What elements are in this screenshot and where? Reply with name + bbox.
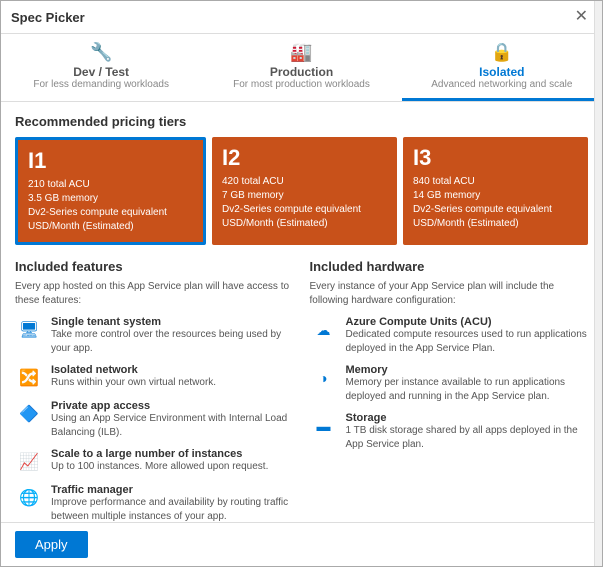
title-bar: Spec Picker ✕ <box>1 1 602 34</box>
feature-text-1: Isolated network Runs within your own vi… <box>51 364 216 390</box>
hardware-column: Included hardware Every instance of your… <box>310 259 589 522</box>
feature-icon-3: 📈 <box>15 448 43 476</box>
tabs-row: 🔧 Dev / Test For less demanding workload… <box>1 34 602 102</box>
hw-text-1: Memory Memory per instance available to … <box>346 364 589 404</box>
feature-title-0: Single tenant system <box>51 316 294 328</box>
scrollbar[interactable] <box>594 1 602 566</box>
dialog-body: Recommended pricing tiers I1 210 total A… <box>1 102 602 522</box>
hw-title-0: Azure Compute Units (ACU) <box>346 316 589 328</box>
hw-desc-0: Dedicated compute resources used to run … <box>346 328 589 356</box>
tier-info-i2: 420 total ACU7 GB memoryDv2-Series compu… <box>222 175 387 231</box>
feature-desc-4: Improve performance and availability by … <box>51 496 294 522</box>
hw-icon-2: ▬ <box>310 412 338 440</box>
feature-title-3: Scale to a large number of instances <box>51 448 268 460</box>
feature-title-1: Isolated network <box>51 364 216 376</box>
tab-icon-production: 🏭 <box>211 42 391 63</box>
hardware-item-2: ▬ Storage 1 TB disk storage shared by al… <box>310 412 589 452</box>
tab-icon-isolated: 🔒 <box>412 42 592 63</box>
hardware-item-1: ◑ Memory Memory per instance available t… <box>310 364 589 404</box>
feature-item-3: 📈 Scale to a large number of instances U… <box>15 448 294 476</box>
hw-icon-1: ◑ <box>310 364 338 392</box>
tier-id-i1: I1 <box>28 148 193 174</box>
tab-icon-dev-test: 🔧 <box>11 42 191 63</box>
pricing-section-title: Recommended pricing tiers <box>15 114 588 129</box>
hw-text-0: Azure Compute Units (ACU) Dedicated comp… <box>346 316 589 356</box>
feature-text-0: Single tenant system Take more control o… <box>51 316 294 356</box>
feature-text-2: Private app access Using an App Service … <box>51 400 294 440</box>
tab-title-production: Production <box>211 65 391 79</box>
hardware-subtitle: Every instance of your App Service plan … <box>310 280 589 308</box>
tier-card-i2[interactable]: I2 420 total ACU7 GB memoryDv2-Series co… <box>212 137 397 245</box>
tier-info-i3: 840 total ACU14 GB memoryDv2-Series comp… <box>413 175 578 231</box>
feature-icon-1: 🔀 <box>15 364 43 392</box>
tab-subtitle-production: For most production workloads <box>211 79 391 90</box>
tier-id-i3: I3 <box>413 145 578 171</box>
dialog-title: Spec Picker <box>11 10 85 25</box>
feature-icon-0: 🖥 <box>15 316 43 344</box>
hw-desc-2: 1 TB disk storage shared by all apps dep… <box>346 424 589 452</box>
feature-item-2: 🔷 Private app access Using an App Servic… <box>15 400 294 440</box>
tab-dev-test[interactable]: 🔧 Dev / Test For less demanding workload… <box>1 34 201 101</box>
tab-production[interactable]: 🏭 Production For most production workloa… <box>201 34 401 101</box>
tab-isolated[interactable]: 🔒 Isolated Advanced networking and scale <box>402 34 602 101</box>
hw-icon-0: ☁ <box>310 316 338 344</box>
tab-subtitle-isolated: Advanced networking and scale <box>412 79 592 90</box>
feature-desc-2: Using an App Service Environment with In… <box>51 412 294 440</box>
feature-desc-1: Runs within your own virtual network. <box>51 376 216 390</box>
tier-info-i1: 210 total ACU3.5 GB memoryDv2-Series com… <box>28 178 193 234</box>
apply-button[interactable]: Apply <box>15 531 88 558</box>
feature-desc-0: Take more control over the resources bei… <box>51 328 294 356</box>
features-subtitle: Every app hosted on this App Service pla… <box>15 280 294 308</box>
feature-text-3: Scale to a large number of instances Up … <box>51 448 268 474</box>
hw-title-2: Storage <box>346 412 589 424</box>
hardware-item-0: ☁ Azure Compute Units (ACU) Dedicated co… <box>310 316 589 356</box>
feature-item-4: 🌐 Traffic manager Improve performance an… <box>15 484 294 522</box>
tab-title-dev-test: Dev / Test <box>11 65 191 79</box>
feature-icon-2: 🔷 <box>15 400 43 428</box>
close-button[interactable]: ✕ <box>571 7 592 27</box>
tier-card-i3[interactable]: I3 840 total ACU14 GB memoryDv2-Series c… <box>403 137 588 245</box>
tier-id-i2: I2 <box>222 145 387 171</box>
hw-desc-1: Memory per instance available to run app… <box>346 376 589 404</box>
features-list: 🖥 Single tenant system Take more control… <box>15 316 294 522</box>
dialog-footer: Apply <box>1 522 602 566</box>
two-column-section: Included features Every app hosted on th… <box>15 259 588 522</box>
pricing-tiers: I1 210 total ACU3.5 GB memoryDv2-Series … <box>15 137 588 245</box>
spec-picker-dialog: Spec Picker ✕ 🔧 Dev / Test For less dema… <box>0 0 603 567</box>
feature-item-0: 🖥 Single tenant system Take more control… <box>15 316 294 356</box>
features-column: Included features Every app hosted on th… <box>15 259 294 522</box>
hardware-list: ☁ Azure Compute Units (ACU) Dedicated co… <box>310 316 589 452</box>
tab-subtitle-dev-test: For less demanding workloads <box>11 79 191 90</box>
hw-title-1: Memory <box>346 364 589 376</box>
feature-desc-3: Up to 100 instances. More allowed upon r… <box>51 460 268 474</box>
tier-card-i1[interactable]: I1 210 total ACU3.5 GB memoryDv2-Series … <box>15 137 206 245</box>
feature-title-2: Private app access <box>51 400 294 412</box>
feature-text-4: Traffic manager Improve performance and … <box>51 484 294 522</box>
hardware-title: Included hardware <box>310 259 589 274</box>
tab-title-isolated: Isolated <box>412 65 592 79</box>
feature-title-4: Traffic manager <box>51 484 294 496</box>
features-title: Included features <box>15 259 294 274</box>
hw-text-2: Storage 1 TB disk storage shared by all … <box>346 412 589 452</box>
feature-icon-4: 🌐 <box>15 484 43 512</box>
feature-item-1: 🔀 Isolated network Runs within your own … <box>15 364 294 392</box>
